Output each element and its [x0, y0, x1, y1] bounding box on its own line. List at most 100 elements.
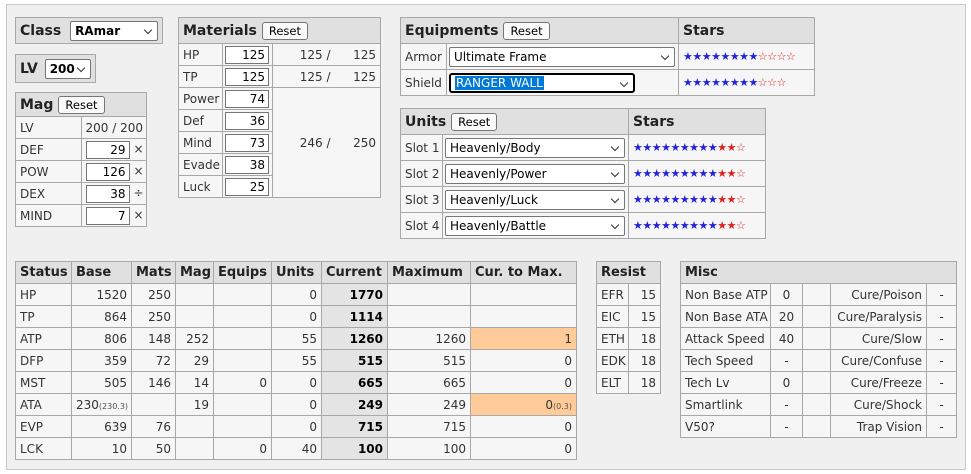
status-units-value: 0 [309, 287, 317, 302]
status-col-maximum: Maximum [387, 261, 471, 284]
lv-label: LV [20, 60, 38, 77]
misc-row: V50? - Trap Vision - [680, 415, 958, 438]
materials-power-input[interactable]: 74 [225, 89, 269, 108]
status-name: LCK [15, 437, 72, 460]
status-maximum [387, 305, 471, 328]
slot-4-stars-empty: ☆ [736, 219, 746, 232]
status-current-value: 100 [357, 441, 383, 456]
misc-right-label: Cure/Shock [830, 393, 927, 416]
resist-name: ETH [596, 327, 629, 350]
misc-left-value: 40 [770, 327, 803, 350]
misc-left-label: Tech Lv [680, 371, 771, 394]
units-reset-button[interactable]: Reset [451, 112, 498, 131]
status-name-value: HP [20, 287, 37, 302]
mag-mind-mult: × 2 [133, 208, 146, 222]
materials-def-input[interactable]: 36 [225, 111, 269, 130]
status-mats-value: 50 [155, 441, 171, 456]
misc-right-value: - [925, 305, 958, 328]
misc-left-label: Smartlink [680, 393, 771, 416]
status-current-value: 249 [357, 397, 383, 412]
status-row-atp: ATP 806 148 252 55 1260 1260 1 [15, 327, 577, 350]
materials-hp-input[interactable]: 125 [225, 45, 269, 64]
materials-title: Materials [183, 22, 257, 39]
misc-left-value: 0 [770, 283, 803, 306]
mag-pow-input[interactable]: 126 [85, 162, 130, 181]
status-mats: 50 [131, 437, 176, 460]
slot-1-stars-filled: ★★★★★★★★★ [633, 141, 718, 154]
slot-2-select[interactable]: Heavenly/Power [445, 163, 625, 184]
materials-luck-input[interactable]: 25 [225, 177, 269, 196]
slot-1-select[interactable]: Heavenly/Body [445, 137, 625, 158]
status-equips: 0 [213, 437, 272, 460]
status-row-evp: EVP 639 76 0 715 715 0 [15, 415, 577, 438]
resist-value: 15 [627, 283, 662, 306]
chevron-down-icon [610, 194, 620, 203]
misc-left-label: Tech Speed [680, 349, 771, 372]
misc-right-value: - [925, 393, 958, 416]
status-base: 10 [71, 437, 132, 460]
mag-dex-input[interactable]: 38 [85, 184, 130, 203]
status-mag [175, 283, 214, 306]
status-base: 639 [71, 415, 132, 438]
materials-mind-input[interactable]: 73 [225, 133, 269, 152]
status-equips-value: 0 [259, 375, 267, 390]
status-base: 1520 [71, 283, 132, 306]
misc-right-value: - [925, 327, 958, 350]
materials-reset-button[interactable]: Reset [261, 21, 308, 40]
slot-4-stars-filled: ★★★★★★★★★ [633, 219, 718, 232]
misc-left-value: - [770, 349, 803, 372]
armor-select[interactable]: Ultimate Frame [449, 46, 675, 67]
mag-reset-button[interactable]: Reset [58, 95, 105, 114]
chevron-down-icon [76, 63, 85, 72]
status-cur-to-max: 1 [470, 327, 577, 350]
slot-1-stars-empty: ☆ [736, 141, 746, 154]
misc-spacer [802, 393, 831, 416]
slot-3-stars-empty: ☆ [736, 193, 746, 206]
status-name-value: LCK [20, 441, 43, 456]
class-select[interactable]: RAmar [70, 20, 159, 41]
equipments-reset-button[interactable]: Reset [503, 21, 550, 40]
status-maximum-value: 100 [443, 441, 466, 456]
mag-pow-label: POW [15, 160, 82, 183]
status-units: 0 [271, 305, 322, 328]
resist-row-edk: EDK 18 [596, 349, 662, 372]
misc-spacer [802, 415, 831, 438]
materials-mind-label: Mind [178, 131, 223, 154]
armor-select-value: Ultimate Frame [454, 49, 547, 64]
slot-2-label: Slot 2 [400, 160, 443, 187]
status-base: 359 [71, 349, 132, 372]
slot-3-select[interactable]: Heavenly/Luck [445, 189, 625, 210]
status-cur-to-max-value: 0 [564, 353, 572, 368]
mag-mind-input[interactable]: 7 [85, 206, 130, 225]
misc-left-label: Non Base ATA [680, 305, 771, 328]
mag-dex-mult: ÷ 2 [133, 186, 146, 200]
status-mag: 14 [175, 371, 214, 394]
slot-4-stars-red: ★★ [717, 219, 737, 232]
lv-select[interactable]: 200 [44, 58, 91, 79]
materials-evade-input[interactable]: 38 [225, 155, 269, 174]
materials-tp-input[interactable]: 125 [225, 67, 269, 86]
status-mats-value: 148 [148, 331, 171, 346]
misc-right-label: Cure/Poison [830, 283, 927, 306]
status-mats: 76 [131, 415, 176, 438]
status-current: 665 [321, 371, 388, 394]
slot-4-select[interactable]: Heavenly/Battle [445, 215, 625, 236]
equipments-stars-header: Stars [678, 17, 816, 44]
shield-select[interactable]: RANGER WALL [449, 72, 635, 93]
mag-def-input[interactable]: 29 [85, 140, 130, 159]
status-row-hp: HP 1520 250 0 1770 [15, 283, 577, 306]
status-current-value: 1260 [349, 331, 383, 346]
status-units-value: 0 [309, 375, 317, 390]
equipments-title: Equipments [405, 22, 499, 39]
misc-spacer [802, 349, 831, 372]
status-col-units: Units [271, 261, 322, 284]
status-ctm-precise: (0.3) [553, 401, 572, 411]
status-mats-value: 250 [148, 287, 171, 302]
status-cur-to-max: 0 [470, 437, 577, 460]
status-current: 515 [321, 349, 388, 372]
status-units-value: 0 [309, 419, 317, 434]
status-maximum: 665 [387, 371, 471, 394]
resist-name: EFR [596, 283, 629, 306]
resist-row-elt: ELT 18 [596, 371, 662, 394]
chevron-down-icon [660, 51, 670, 60]
